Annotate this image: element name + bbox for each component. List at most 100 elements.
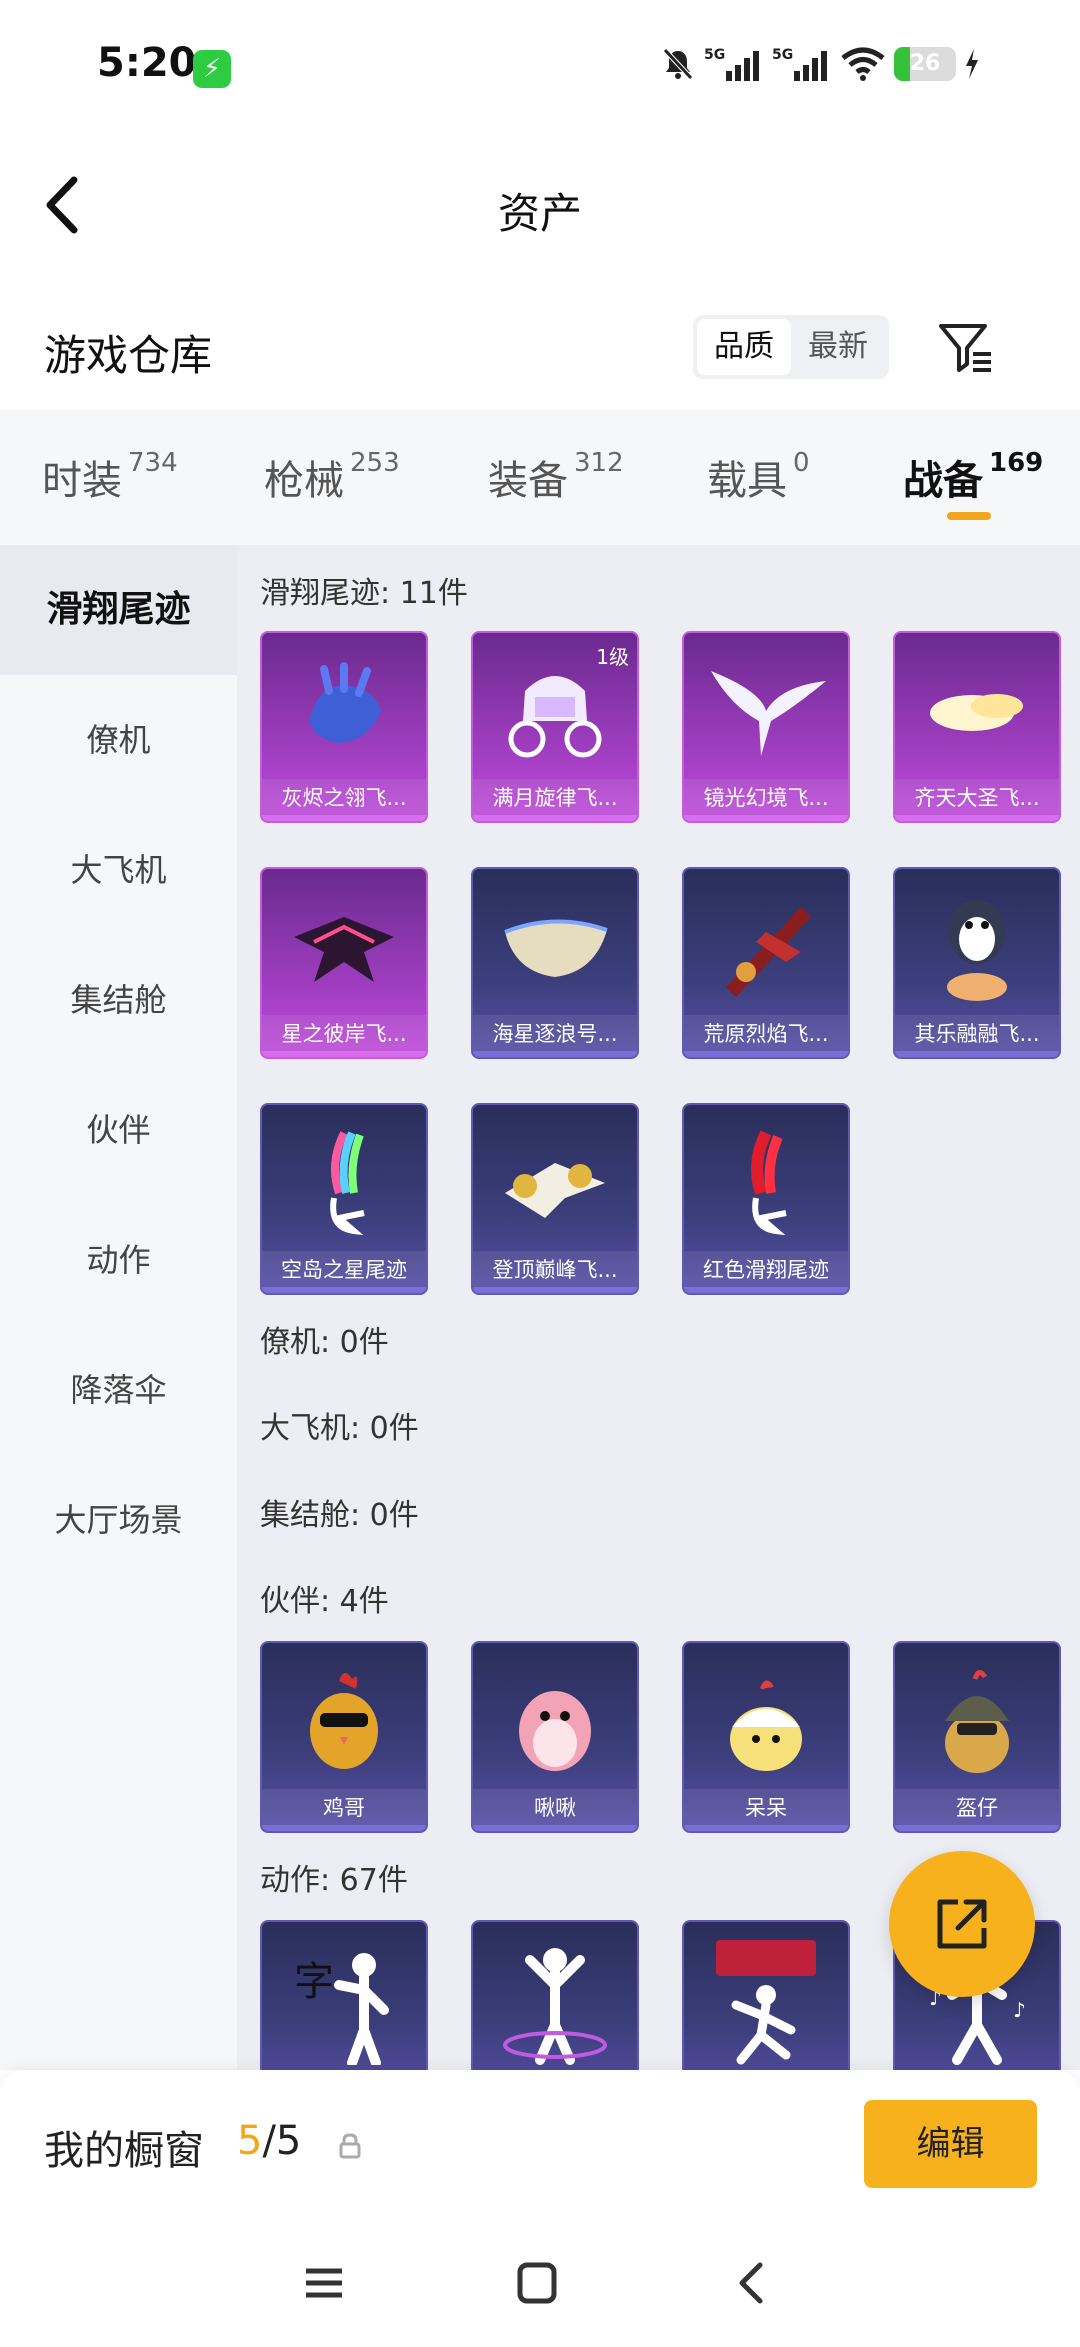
tab-label: 战备 xyxy=(903,458,983,504)
group-title-plane: 大飞机: 0件 xyxy=(260,1411,419,1446)
item-name: 红色滑翔尾迹 xyxy=(684,1251,848,1293)
item-card[interactable]: 登顶巅峰飞... xyxy=(471,1103,639,1295)
battery-level: 26 xyxy=(909,51,941,76)
penguin-icon xyxy=(895,877,1059,1017)
item-card[interactable]: 字 xyxy=(260,1920,428,2070)
item-name: 鸡哥 xyxy=(262,1789,426,1831)
charging-bolt-icon xyxy=(966,49,978,79)
item-card[interactable]: 鸡哥 xyxy=(260,1641,428,1833)
emote-calligraphy-icon: 字 xyxy=(262,1930,426,2070)
item-card[interactable]: 红色滑翔尾迹 xyxy=(682,1103,850,1295)
item-list: 滑翔尾迹: 11件 灰烬之翎飞... 1级 满月旋律飞... 镜光幻境飞... … xyxy=(237,545,1080,2070)
signal-5g-icon-2: 5G xyxy=(772,47,827,81)
lock-icon xyxy=(339,2133,361,2159)
item-card[interactable]: 空岛之星尾迹 xyxy=(260,1103,428,1295)
page-title: 资产 xyxy=(497,189,582,238)
tab-equipment[interactable]: 装备 312 xyxy=(488,448,624,506)
tab-active-indicator xyxy=(947,512,991,520)
item-card[interactable]: 荒原烈焰飞... xyxy=(682,867,850,1059)
item-name: 其乐融融飞... xyxy=(895,1015,1059,1057)
tab-outfits[interactable]: 时装 734 xyxy=(42,448,178,506)
chick-icon xyxy=(684,1651,848,1791)
item-name: 啾啾 xyxy=(473,1789,637,1831)
item-name: 空岛之星尾迹 xyxy=(262,1251,426,1293)
tab-guns[interactable]: 枪械 253 xyxy=(264,448,400,506)
tab-count: 734 xyxy=(128,448,178,478)
item-card[interactable]: 盔仔 xyxy=(893,1641,1061,1833)
group-title-partner: 伙伴: 4件 xyxy=(260,1584,389,1619)
filter-icon[interactable] xyxy=(937,318,995,376)
sidebar-item-parachute[interactable]: 降落伞 xyxy=(0,1325,237,1455)
item-name: 镜光幻境飞... xyxy=(684,779,848,821)
tab-label: 装备 xyxy=(488,458,568,504)
helmet-chick-icon xyxy=(895,1651,1059,1791)
category-tabs: 时装 734 枪械 253 装备 312 载具 0 战备 169 xyxy=(0,410,1080,545)
tab-vehicles[interactable]: 载具 0 xyxy=(707,448,810,506)
svg-text:5G: 5G xyxy=(704,47,725,63)
rainbow-trail-icon xyxy=(262,1113,426,1253)
sidebar-item-wingman[interactable]: 僚机 xyxy=(0,675,237,805)
boat-icon xyxy=(473,877,637,1017)
showcase-total: /5 xyxy=(262,2118,302,2164)
item-card[interactable]: 齐天大圣飞... xyxy=(893,631,1061,823)
sidebar-item-big-plane[interactable]: 大飞机 xyxy=(0,805,237,935)
item-card[interactable]: 海星逐浪号... xyxy=(471,867,639,1059)
chicken-sunglasses-icon xyxy=(262,1651,426,1791)
dark-wing-icon xyxy=(262,877,426,1017)
item-card[interactable]: 星之彼岸飞... xyxy=(260,867,428,1059)
emote-poster-icon xyxy=(684,1930,848,2070)
item-card[interactable] xyxy=(682,1920,850,2070)
item-name: 灰烬之翎飞... xyxy=(262,779,426,821)
tab-count: 0 xyxy=(793,448,810,478)
svg-text:5G: 5G xyxy=(772,47,793,63)
battery-icon: 26 xyxy=(894,47,956,81)
sidebar-item-pod[interactable]: 集结舱 xyxy=(0,935,237,1065)
share-fab-button[interactable] xyxy=(889,1851,1035,1997)
item-name: 星之彼岸飞... xyxy=(262,1015,426,1057)
nav-back-icon[interactable] xyxy=(722,2258,782,2308)
showcase-count: 5/5 xyxy=(237,2118,301,2164)
cloud-icon xyxy=(895,641,1059,781)
item-card[interactable]: 啾啾 xyxy=(471,1641,639,1833)
item-card[interactable]: 灰烬之翎飞... xyxy=(260,631,428,823)
mute-bell-icon xyxy=(663,48,693,80)
sort-toggle: 品质 最新 xyxy=(693,315,889,379)
warehouse-title: 游戏仓库 xyxy=(44,331,213,380)
home-icon[interactable] xyxy=(507,2258,567,2308)
charging-badge-icon: ⚡ xyxy=(193,50,231,88)
glove-icon xyxy=(262,641,426,781)
showcase-label: 我的橱窗 xyxy=(44,2128,204,2174)
wing-icon xyxy=(684,641,848,781)
edit-button[interactable]: 编辑 xyxy=(864,2100,1037,2188)
item-name: 盔仔 xyxy=(895,1789,1059,1831)
status-icons: 5G 5G 26 xyxy=(660,44,980,84)
sidebar-item-glide-trail[interactable]: 滑翔尾迹 xyxy=(0,545,237,675)
tab-combat-gear[interactable]: 战备 169 xyxy=(903,448,1043,506)
app-header: 资产 xyxy=(0,140,1080,270)
item-card[interactable] xyxy=(471,1920,639,2070)
item-name: 呆呆 xyxy=(684,1789,848,1831)
sidebar-item-partner[interactable]: 伙伴 xyxy=(0,1065,237,1195)
menu-icon[interactable] xyxy=(294,2258,354,2308)
tab-count: 312 xyxy=(574,448,624,478)
sort-newest-button[interactable]: 最新 xyxy=(791,319,885,375)
item-name: 海星逐浪号... xyxy=(473,1015,637,1057)
sidebar-item-lobby-scene[interactable]: 大厅场景 xyxy=(0,1455,237,1585)
status-time: 5:20 xyxy=(97,40,197,86)
signal-5g-icon-1: 5G xyxy=(704,47,759,81)
item-name: 齐天大圣飞... xyxy=(895,779,1059,821)
item-name: 登顶巅峰飞... xyxy=(473,1251,637,1293)
emote-dance-icon xyxy=(473,1930,637,2070)
warehouse-header: 游戏仓库 品质 最新 xyxy=(0,300,1080,410)
svg-text:♪: ♪ xyxy=(1013,1998,1026,2022)
tab-label: 载具 xyxy=(707,458,787,504)
item-card[interactable]: 呆呆 xyxy=(682,1641,850,1833)
system-nav-bar xyxy=(0,2220,1080,2347)
sort-quality-button[interactable]: 品质 xyxy=(697,319,791,375)
item-name: 满月旋律飞... xyxy=(473,779,637,821)
item-card[interactable]: 镜光幻境飞... xyxy=(682,631,850,823)
tab-count: 169 xyxy=(989,448,1044,478)
item-card[interactable]: 其乐融融飞... xyxy=(893,867,1061,1059)
item-card[interactable]: 1级 满月旋律飞... xyxy=(471,631,639,823)
sidebar-item-emote[interactable]: 动作 xyxy=(0,1195,237,1325)
